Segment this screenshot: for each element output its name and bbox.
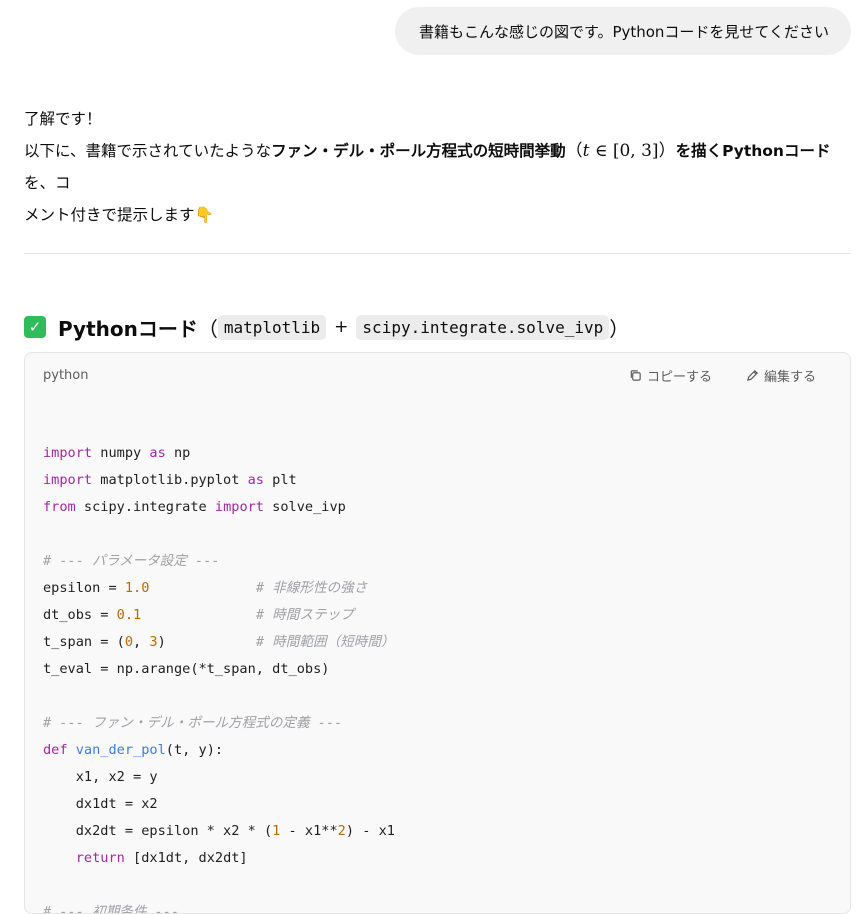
code-line: # --- 初期条件 --- bbox=[43, 899, 850, 914]
code-token: # --- パラメータ設定 --- bbox=[43, 553, 220, 569]
math-in: ∈ bbox=[589, 141, 613, 161]
assistant-line-2-bold-2: を描くPythonコード bbox=[675, 142, 831, 160]
code-token: # 時間範囲（短時間） bbox=[255, 634, 395, 650]
math-close: ） bbox=[658, 141, 676, 161]
code-line: # --- パラメータ設定 --- bbox=[43, 548, 850, 575]
copy-icon bbox=[630, 369, 641, 381]
edit-button[interactable]: 編集する bbox=[746, 366, 816, 385]
code-line: def van_der_pol(t, y): bbox=[43, 737, 850, 764]
code-token: x1, x2 = y bbox=[43, 769, 158, 785]
code-token: epsilon = bbox=[43, 580, 125, 596]
code-token: # --- 初期条件 --- bbox=[43, 904, 180, 914]
code-token: import bbox=[214, 499, 264, 515]
code-token: t_eval = np.arange(*t_span, dt_obs) bbox=[43, 661, 330, 677]
assistant-line-1: 了解です！ bbox=[24, 110, 102, 128]
code-line: t_eval = np.arange(*t_span, dt_obs) bbox=[43, 656, 850, 683]
paren-close: ） bbox=[609, 316, 630, 341]
assistant-line-3-text: メント付きで提示します bbox=[24, 206, 195, 224]
code-line: dx1dt = x2 bbox=[43, 791, 850, 818]
code-token: plt bbox=[263, 472, 297, 488]
math-open: （ bbox=[565, 141, 583, 161]
code-line: import matplotlib.pyplot as plt bbox=[43, 467, 850, 494]
code-token: t_span = ( bbox=[43, 634, 125, 650]
code-token: # 非線形性の強さ bbox=[255, 580, 368, 596]
section-title: Pythonコード bbox=[58, 316, 198, 341]
time-interval-math: （t ∈ [0, 3]） bbox=[566, 141, 676, 161]
code-token: dx2dt = epsilon * x2 * ( bbox=[43, 823, 273, 839]
pointing-down-icon: 👇 bbox=[194, 206, 214, 224]
copy-label: コピーする bbox=[646, 369, 712, 385]
code-token: 3 bbox=[149, 634, 158, 650]
section-divider bbox=[24, 253, 851, 254]
code-token: matplotlib.pyplot bbox=[92, 472, 248, 488]
code-line: from scipy.integrate import solve_ivp bbox=[43, 494, 850, 521]
code-token: as bbox=[247, 472, 264, 488]
assistant-message: 了解です！ 以下に、書籍で示されていたようなファン・デル・ポール方程式の短時間挙… bbox=[24, 103, 849, 231]
assistant-line-3: メント付きで提示します👇 bbox=[24, 199, 849, 231]
paren-open: （ bbox=[197, 316, 218, 341]
code-token: , bbox=[133, 634, 150, 650]
code-token: from bbox=[43, 499, 76, 515]
code-line: epsilon = 1.0 # 非線形性の強さ bbox=[43, 575, 850, 602]
code-line: # --- ファン・デル・ポール方程式の定義 --- bbox=[43, 710, 850, 737]
code-token: # 時間ステップ bbox=[255, 607, 354, 623]
code-actions: コピーする 編集する bbox=[629, 366, 816, 385]
code-token: def bbox=[43, 742, 68, 758]
code-line: return [dx1dt, dx2dt] bbox=[43, 845, 850, 872]
code-line: dt_obs = 0.1 # 時間ステップ bbox=[43, 602, 850, 629]
assistant-line-2: 以下に、書籍で示されていたようなファン・デル・ポール方程式の短時間挙動（t ∈ … bbox=[24, 135, 849, 199]
assistant-line-2-bold: ファン・デル・ポール方程式の短時間挙動 bbox=[271, 142, 566, 160]
code-language-label: python bbox=[43, 367, 89, 383]
code-block: python コピーする 編集する import numpy as np impo… bbox=[24, 352, 851, 914]
code-token: as bbox=[149, 445, 166, 461]
code-line: x1, x2 = y bbox=[43, 764, 850, 791]
code-token: [dx1dt, dx2dt] bbox=[124, 850, 248, 866]
code-token: (t, y): bbox=[165, 742, 224, 758]
code-line: import numpy as np bbox=[43, 440, 850, 467]
inline-code-solve-ivp: scipy.integrate.solve_ivp bbox=[356, 314, 610, 340]
code-line: t_span = (0, 3) # 時間範囲（短時間） bbox=[43, 629, 850, 656]
user-message-text: 書籍もこんな感じの図です。Pythonコードを見せてください bbox=[418, 22, 829, 41]
code-token: # --- ファン・デル・ポール方程式の定義 --- bbox=[43, 715, 343, 731]
pencil-icon bbox=[746, 369, 758, 381]
code-token: scipy.integrate bbox=[75, 499, 215, 515]
assistant-line-2-suffix: を、コ bbox=[24, 174, 71, 192]
check-icon: ✓ bbox=[24, 316, 46, 338]
section-heading: ✓ Pythonコード （ matplotlib + scipy.integra… bbox=[24, 311, 629, 343]
code-token: solve_ivp bbox=[264, 499, 346, 515]
code-token: 0.1 bbox=[116, 607, 142, 623]
code-content: import numpy as np import matplotlib.pypl… bbox=[25, 397, 850, 914]
code-token: ) - x1 bbox=[345, 823, 395, 839]
code-token: 1.0 bbox=[124, 580, 150, 596]
code-token: import bbox=[43, 445, 93, 461]
code-token: return bbox=[75, 850, 125, 866]
code-token: van_der_pol bbox=[75, 742, 166, 758]
plus-sign: + bbox=[334, 317, 349, 337]
assistant-line-2-prefix: 以下に、書籍で示されていたような bbox=[24, 142, 272, 160]
copy-button[interactable]: コピーする bbox=[629, 366, 712, 385]
code-token: dt_obs = bbox=[43, 607, 117, 623]
code-line: dx2dt = epsilon * x2 * (1 - x1**2) - x1 bbox=[43, 818, 850, 845]
code-token: 2 bbox=[337, 823, 346, 839]
math-interval: [0, 3] bbox=[612, 141, 659, 161]
inline-code-matplotlib: matplotlib bbox=[217, 314, 327, 340]
code-token: dx1dt = x2 bbox=[43, 796, 158, 812]
code-token: 0 bbox=[124, 634, 134, 650]
code-token: ) bbox=[157, 634, 256, 650]
code-token: numpy bbox=[92, 445, 150, 461]
code-block-header: python コピーする 編集する bbox=[25, 353, 850, 397]
code-token: np bbox=[165, 445, 191, 461]
code-token: import bbox=[43, 472, 93, 488]
user-message-bubble: 書籍もこんな感じの図です。Pythonコードを見せてください bbox=[394, 7, 851, 55]
edit-label: 編集する bbox=[763, 369, 816, 385]
code-token: - x1** bbox=[280, 823, 338, 839]
